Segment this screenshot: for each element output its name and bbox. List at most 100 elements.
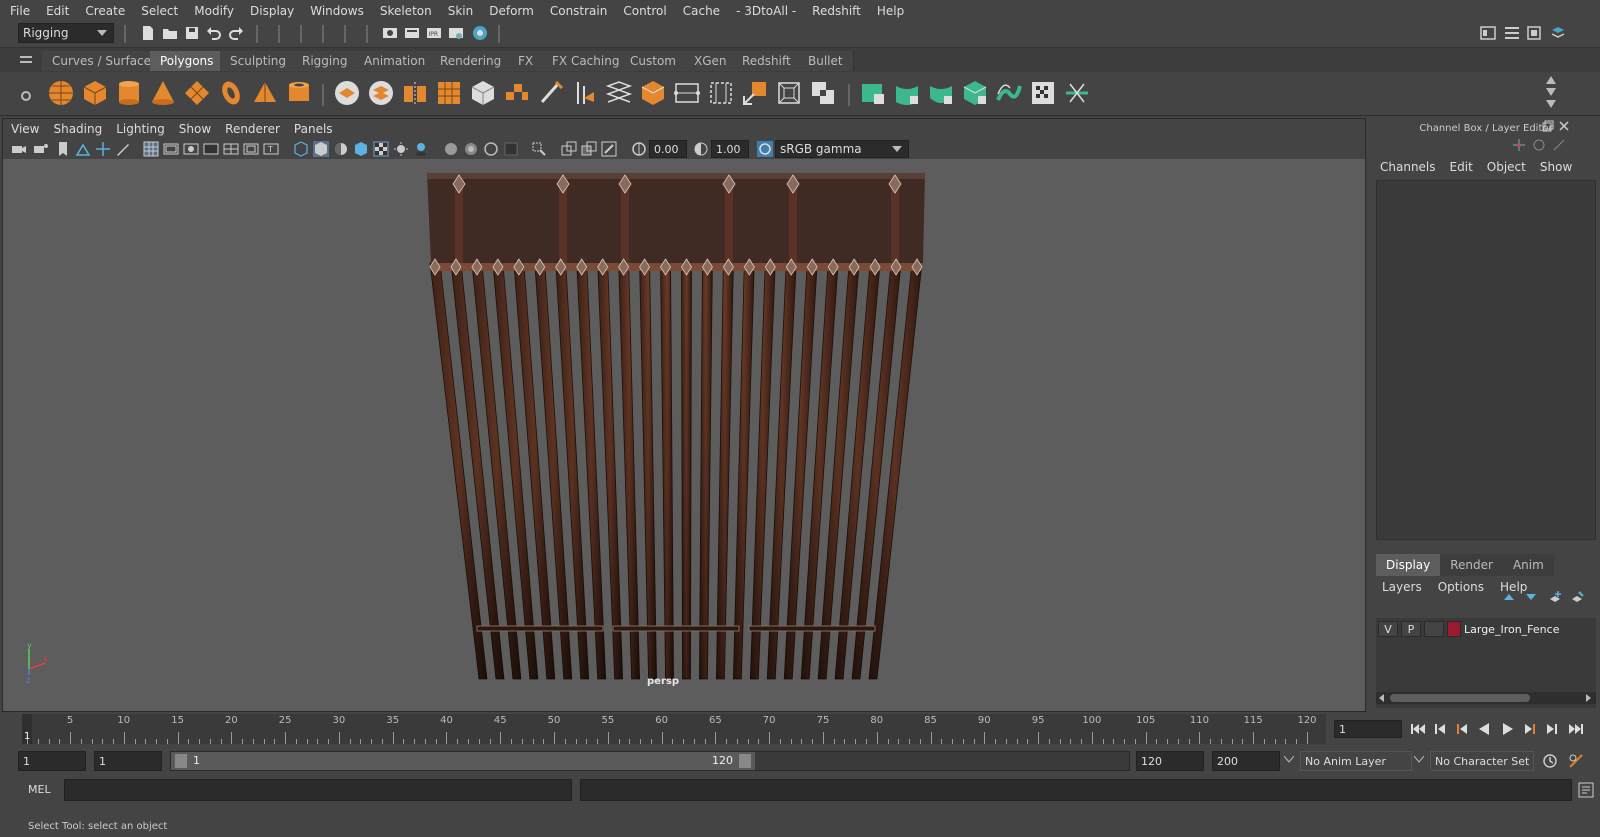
new-empty-layer-icon[interactable] bbox=[1548, 590, 1562, 604]
safe-action-icon[interactable] bbox=[243, 141, 259, 157]
grease-pencil-icon[interactable] bbox=[115, 141, 131, 157]
chevron-down-icon[interactable] bbox=[1284, 756, 1294, 764]
shelf-tab[interactable]: FX bbox=[508, 51, 545, 71]
shelf-tab[interactable]: Animation bbox=[354, 51, 437, 71]
multi-cut-icon[interactable] bbox=[536, 78, 566, 108]
poly-sphere-icon[interactable] bbox=[46, 78, 76, 108]
layer-display-type-toggle[interactable] bbox=[1424, 621, 1444, 637]
depth-of-field-icon[interactable] bbox=[503, 141, 519, 157]
animation-start-field[interactable]: 1 bbox=[18, 751, 86, 771]
use-all-lights-icon[interactable] bbox=[393, 141, 409, 157]
range-track[interactable]: 1 120 bbox=[170, 751, 1130, 771]
attribute-editor-icon[interactable] bbox=[1504, 25, 1520, 41]
channel-box-menu-item[interactable]: Edit bbox=[1450, 160, 1473, 174]
play-forwards-icon[interactable] bbox=[1500, 721, 1516, 737]
shelf-tab[interactable]: Redshift bbox=[732, 51, 802, 71]
go-to-start-icon[interactable] bbox=[1410, 721, 1426, 737]
xray-icon[interactable] bbox=[561, 141, 577, 157]
menu-item[interactable]: Edit bbox=[46, 4, 69, 18]
layer-editor-tab[interactable]: Display bbox=[1376, 554, 1441, 576]
float-panel-icon[interactable] bbox=[1542, 120, 1554, 132]
layer-playback-toggle[interactable]: P bbox=[1401, 621, 1421, 637]
menu-item[interactable]: Deform bbox=[489, 4, 534, 18]
channel-list[interactable] bbox=[1376, 180, 1596, 540]
wireframe-icon[interactable] bbox=[293, 141, 309, 157]
scroll-thumb[interactable] bbox=[1390, 694, 1530, 702]
poly-cube-icon[interactable] bbox=[80, 78, 110, 108]
grid-icon[interactable] bbox=[143, 141, 159, 157]
render-settings-icon[interactable] bbox=[448, 25, 464, 41]
insert-edge-loop-icon[interactable] bbox=[672, 78, 702, 108]
menu-item[interactable]: Cache bbox=[683, 4, 720, 18]
shelf-menu-arrow-icon[interactable] bbox=[1546, 100, 1556, 108]
gate-mask-icon[interactable] bbox=[203, 141, 219, 157]
motion-blur-icon[interactable] bbox=[463, 141, 479, 157]
resolution-gate-icon[interactable] bbox=[183, 141, 199, 157]
new-layer-from-selection-icon[interactable] bbox=[1570, 590, 1584, 604]
smooth-shade-icon[interactable] bbox=[313, 141, 329, 157]
hypershade-icon[interactable] bbox=[472, 25, 488, 41]
hyperbolic-icon[interactable] bbox=[1552, 138, 1566, 152]
new-scene-icon[interactable] bbox=[140, 25, 156, 41]
layer-color-swatch[interactable] bbox=[1447, 621, 1461, 637]
film-gate-icon[interactable] bbox=[163, 141, 179, 157]
step-forward-frame-icon[interactable] bbox=[1544, 721, 1560, 737]
menu-item[interactable]: Skeleton bbox=[380, 4, 432, 18]
tool-settings-icon[interactable] bbox=[1526, 25, 1542, 41]
poly-cone-icon[interactable] bbox=[148, 78, 178, 108]
menu-item[interactable]: Control bbox=[623, 4, 666, 18]
current-frame-field[interactable]: 1 bbox=[1334, 720, 1402, 738]
uv-planar-icon[interactable] bbox=[858, 78, 888, 108]
uv-auto-icon[interactable] bbox=[960, 78, 990, 108]
exposure-icon[interactable] bbox=[631, 141, 647, 157]
scroll-left-icon[interactable] bbox=[1378, 694, 1386, 702]
menu-item[interactable]: Skin bbox=[448, 4, 474, 18]
shelf-tab[interactable]: Bullet bbox=[798, 51, 854, 71]
shelf-settings-gear-icon[interactable] bbox=[20, 90, 32, 102]
close-icon[interactable] bbox=[1558, 120, 1570, 132]
shelf-tab[interactable]: FX Caching bbox=[542, 51, 631, 71]
move-layer-down-icon[interactable] bbox=[1524, 590, 1538, 604]
workspace-icon[interactable] bbox=[1480, 25, 1496, 41]
uv-cylindrical-icon[interactable] bbox=[892, 78, 922, 108]
shadows-icon[interactable] bbox=[413, 141, 429, 157]
speed-icon[interactable] bbox=[1532, 138, 1546, 152]
two-d-pan-icon[interactable] bbox=[95, 141, 111, 157]
quad-draw-icon[interactable] bbox=[774, 78, 804, 108]
target-weld-icon[interactable] bbox=[570, 78, 600, 108]
extrude-icon[interactable] bbox=[638, 78, 668, 108]
shaded-wireframe-icon[interactable] bbox=[353, 141, 369, 157]
save-scene-icon[interactable] bbox=[184, 25, 200, 41]
play-backwards-icon[interactable] bbox=[1476, 721, 1492, 737]
script-editor-icon[interactable] bbox=[1578, 782, 1594, 798]
menu-item[interactable]: Select bbox=[141, 4, 178, 18]
channel-box-menu-item[interactable]: Channels bbox=[1380, 160, 1436, 174]
anti-aliasing-icon[interactable] bbox=[483, 141, 499, 157]
use-default-material-icon[interactable] bbox=[333, 141, 349, 157]
render-frame-icon[interactable] bbox=[404, 25, 420, 41]
ipr-render-icon[interactable]: IPR bbox=[426, 25, 442, 41]
layer-menu-item[interactable]: Options bbox=[1438, 580, 1484, 594]
panel-menu-item[interactable]: View bbox=[11, 122, 39, 136]
character-set-dropdown[interactable]: No Character Set bbox=[1430, 751, 1534, 771]
shelf-tab[interactable]: Sculpting bbox=[220, 51, 298, 71]
poly-pyramid-icon[interactable] bbox=[250, 78, 280, 108]
layer-row[interactable]: V P Large_Iron_Fence bbox=[1378, 620, 1592, 638]
channel-box-menu-item[interactable]: Object bbox=[1487, 160, 1526, 174]
poly-pipe-icon[interactable] bbox=[284, 78, 314, 108]
shelf-tab[interactable]: Rendering bbox=[430, 51, 513, 71]
field-chart-icon[interactable] bbox=[223, 141, 239, 157]
range-start-handle[interactable] bbox=[175, 754, 187, 768]
select-camera-icon[interactable] bbox=[11, 141, 27, 157]
mirror-icon[interactable] bbox=[468, 78, 498, 108]
chevron-down-icon[interactable] bbox=[1414, 756, 1424, 764]
xray-joints-icon[interactable] bbox=[601, 141, 617, 157]
menu-item[interactable]: Constrain bbox=[550, 4, 608, 18]
combine-icon[interactable] bbox=[332, 78, 362, 108]
menu-set-dropdown[interactable]: Rigging bbox=[18, 23, 114, 43]
render-view-icon[interactable] bbox=[382, 25, 398, 41]
poly-plane-icon[interactable] bbox=[182, 78, 212, 108]
layer-horizontal-scrollbar[interactable] bbox=[1376, 692, 1596, 704]
step-forward-key-icon[interactable] bbox=[1522, 721, 1538, 737]
step-back-frame-icon[interactable] bbox=[1432, 721, 1448, 737]
